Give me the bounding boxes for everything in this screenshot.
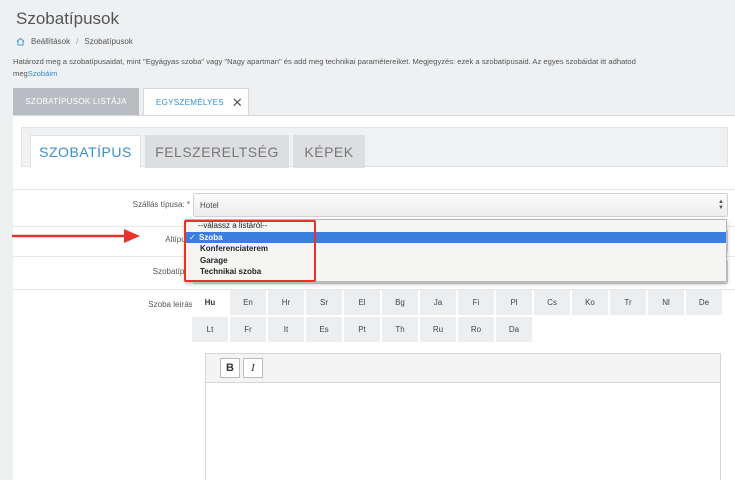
accommodation-type-label: Szállás típusa: * <box>132 200 190 209</box>
lang-tab-ru[interactable]: Ru <box>420 317 457 343</box>
red-arrow-icon <box>12 229 140 243</box>
intro-text: Határozd meg a szobatípusaidat, mint "Eg… <box>13 56 735 80</box>
accommodation-type-value: Hotel <box>200 200 219 210</box>
tab-room-type[interactable]: SZOBATÍPUS <box>30 135 141 168</box>
lang-tab-lt[interactable]: Lt <box>192 317 229 343</box>
close-icon[interactable]: ✕ <box>232 96 243 109</box>
lang-tab-nl[interactable]: Nl <box>648 290 685 316</box>
my-rooms-link[interactable]: Szobáim <box>28 69 58 78</box>
top-tabs: SZOBATÍPUSOK LISTÁJA EGYSZEMÉLYES ✕ <box>13 88 249 115</box>
main-panel: SZOBATÍPUS FELSZERELTSÉG KÉPEK Szállás t… <box>13 115 735 480</box>
intro-line-2: megSzobáim <box>13 68 735 80</box>
lang-tab-es[interactable]: Es <box>306 317 343 343</box>
lang-tab-el[interactable]: El <box>344 290 381 316</box>
tab-room-types-list[interactable]: SZOBATÍPUSOK LISTÁJA <box>13 88 139 115</box>
bold-button[interactable]: B <box>220 358 240 378</box>
lang-tab-pl[interactable]: Pl <box>496 290 533 316</box>
home-icon[interactable] <box>16 37 25 46</box>
lang-tab-ko[interactable]: Ko <box>572 290 609 316</box>
lang-tab-fi[interactable]: Fi <box>458 290 495 316</box>
form-row-accommodation-type: Szállás típusa: * Hotel ▲ ▼ <box>13 189 735 217</box>
highlight-box <box>184 220 316 282</box>
breadcrumb-separator: / <box>76 37 79 46</box>
room-description-label: Szoba leírás: <box>148 300 195 309</box>
editor-text-area[interactable] <box>206 383 720 480</box>
lang-tab-bg[interactable]: Bg <box>382 290 419 316</box>
lang-tab-da[interactable]: Da <box>496 317 533 343</box>
lang-tab-sr[interactable]: Sr <box>306 290 343 316</box>
select-arrows-icon: ▲ ▼ <box>718 199 724 211</box>
lang-tab-hr[interactable]: Hr <box>268 290 305 316</box>
lang-tab-ja[interactable]: Ja <box>420 290 457 316</box>
lang-tab-fr[interactable]: Fr <box>230 317 267 343</box>
intro-line-1: Határozd meg a szobatípusaidat, mint "Eg… <box>13 57 636 66</box>
lang-tab-pt[interactable]: Pt <box>344 317 381 343</box>
description-editor: B I <box>205 353 721 480</box>
page-title: Szobatípusok <box>16 9 120 28</box>
tab-single-room-label: EGYSZEMÉLYES <box>156 97 224 107</box>
editor-toolbar: B I <box>206 354 720 383</box>
breadcrumb-item-settings[interactable]: Beállítások <box>31 37 70 46</box>
lang-tab-hu[interactable]: Hu <box>192 290 229 316</box>
lang-tab-tr[interactable]: Tr <box>610 290 647 316</box>
lang-tab-it[interactable]: It <box>268 317 305 343</box>
intro-prefix: meg <box>13 69 28 78</box>
language-tabs: Hu En Hr Sr El Bg Ja Fi Pl Cs Ko Tr Nl D… <box>192 290 728 343</box>
italic-button[interactable]: I <box>243 358 263 378</box>
tab-images[interactable]: KÉPEK <box>293 135 365 168</box>
lang-tab-en[interactable]: En <box>230 290 267 316</box>
sub-tabs: SZOBATÍPUS FELSZERELTSÉG KÉPEK <box>21 127 728 168</box>
lang-tab-de[interactable]: De <box>686 290 723 316</box>
accommodation-type-select[interactable]: Hotel ▲ ▼ <box>193 193 728 217</box>
lang-tab-cs[interactable]: Cs <box>534 290 571 316</box>
lang-tab-ro[interactable]: Ro <box>458 317 495 343</box>
breadcrumb-item-room-types: Szobatípusok <box>84 37 133 46</box>
breadcrumb: Beállítások / Szobatípusok <box>16 37 133 46</box>
tab-equipment[interactable]: FELSZERELTSÉG <box>145 135 289 168</box>
tab-single-room[interactable]: EGYSZEMÉLYES ✕ <box>143 88 249 115</box>
lang-tab-th[interactable]: Th <box>382 317 419 343</box>
